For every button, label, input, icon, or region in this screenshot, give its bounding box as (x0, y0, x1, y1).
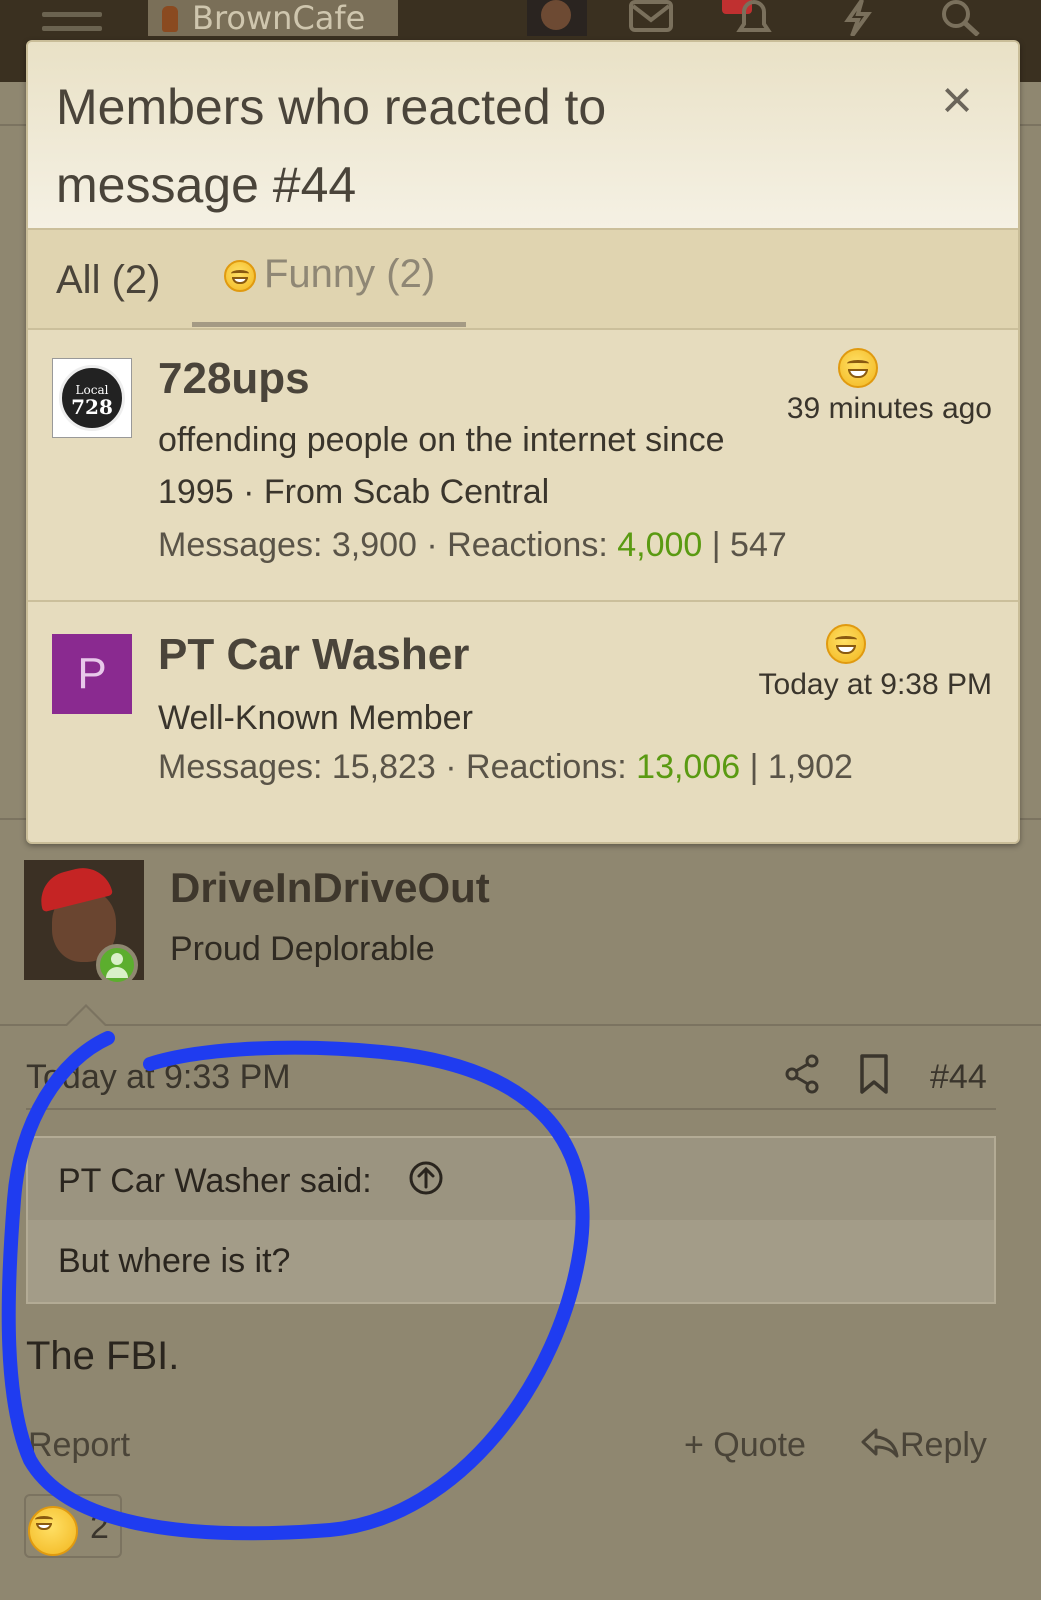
account-avatar[interactable] (527, 0, 587, 36)
seal-text-big: 728 (71, 395, 113, 419)
quote-header: PT Car Washer said: (28, 1138, 994, 1220)
tab-funny-label: Funny (2) (264, 252, 436, 296)
post-username[interactable]: DriveInDriveOut (170, 864, 490, 912)
funny-emoji-icon (838, 348, 878, 388)
post-timestamp[interactable]: Today at 9:33 PM (26, 1058, 291, 1097)
member-stats: Messages: 3,900 · Reactions: 4,000 | 547 (158, 526, 787, 565)
points-count: | 547 (702, 526, 787, 564)
dialog-header: Members who reacted to message #44 × (28, 42, 1018, 230)
reaction-time: 39 minutes ago (786, 392, 992, 425)
reactions-count: 4,000 (617, 526, 703, 564)
reaction-tabs: All (2) Funny (2) (28, 230, 1018, 330)
reactions-count: 13,006 (636, 748, 741, 786)
post-pointer-inner (66, 1007, 106, 1027)
member-title: offending people on the internet since 1… (158, 421, 725, 511)
member-row: P PT Car Washer Well-Known Member Messag… (28, 602, 1018, 842)
member-row: Local 728 728ups offending people on the… (28, 330, 1018, 602)
messages-label: Messages: 3,900 · Reactions: (158, 526, 618, 564)
union-seal-image: Local 728 (59, 365, 125, 431)
member-name[interactable]: PT Car Washer (158, 630, 469, 680)
dialog-title: Members who reacted to message #44 (56, 79, 607, 213)
site-name: BrownCafe (192, 0, 366, 37)
funny-emoji-icon (826, 624, 866, 664)
share-icon[interactable] (784, 1054, 822, 1094)
reply-icon (861, 1428, 899, 1458)
close-button[interactable]: × (933, 73, 981, 127)
reaction-summary[interactable]: 2 (24, 1494, 122, 1558)
member-name[interactable]: 728ups (158, 354, 310, 404)
member-title: Well-Known Member (158, 699, 473, 737)
member-stats: Messages: 15,823 · Reactions: 13,006 | 1… (158, 748, 853, 787)
messages-label: Messages: 15,823 · Reactions: (158, 748, 637, 786)
avatar[interactable]: P (52, 634, 132, 714)
reaction-time: Today at 9:38 PM (758, 668, 992, 701)
site-logo[interactable]: BrownCafe (148, 0, 398, 36)
online-status-icon (96, 944, 138, 986)
bookmark-icon[interactable] (858, 1054, 890, 1094)
funny-emoji-icon (28, 1506, 78, 1556)
divider (26, 1108, 996, 1110)
reactions-dialog: Members who reacted to message #44 × All… (26, 40, 1020, 844)
quote-block: PT Car Washer said: But where is it? (26, 1136, 996, 1304)
quote-text: But where is it? (58, 1242, 291, 1280)
quote-author[interactable]: PT Car Washer said: (58, 1162, 372, 1201)
reply-label: Reply (900, 1426, 987, 1464)
divider (0, 1024, 1041, 1026)
post-number[interactable]: #44 (930, 1058, 987, 1097)
tab-all[interactable]: All (2) (56, 258, 160, 303)
lightning-icon[interactable] (834, 0, 882, 36)
inbox-icon[interactable] (628, 0, 676, 36)
points-count: | 1,902 (740, 748, 853, 786)
tab-funny[interactable]: Funny (2) (192, 230, 466, 327)
search-icon[interactable] (936, 0, 984, 36)
quote-button[interactable]: + Quote (684, 1426, 806, 1465)
reply-button[interactable]: Reply (860, 1426, 987, 1465)
post-body: The FBI. (26, 1334, 180, 1378)
report-link[interactable]: Report (28, 1426, 130, 1465)
avatar[interactable]: Local 728 (52, 358, 132, 438)
mascot-icon (162, 6, 178, 32)
bell-icon[interactable] (730, 0, 778, 36)
arrow-up-circle-icon[interactable] (408, 1160, 444, 1196)
post-user-title: Proud Deplorable (170, 930, 435, 968)
menu-icon[interactable] (42, 12, 102, 45)
funny-emoji-icon (224, 260, 256, 292)
reaction-count: 2 (90, 1508, 109, 1546)
